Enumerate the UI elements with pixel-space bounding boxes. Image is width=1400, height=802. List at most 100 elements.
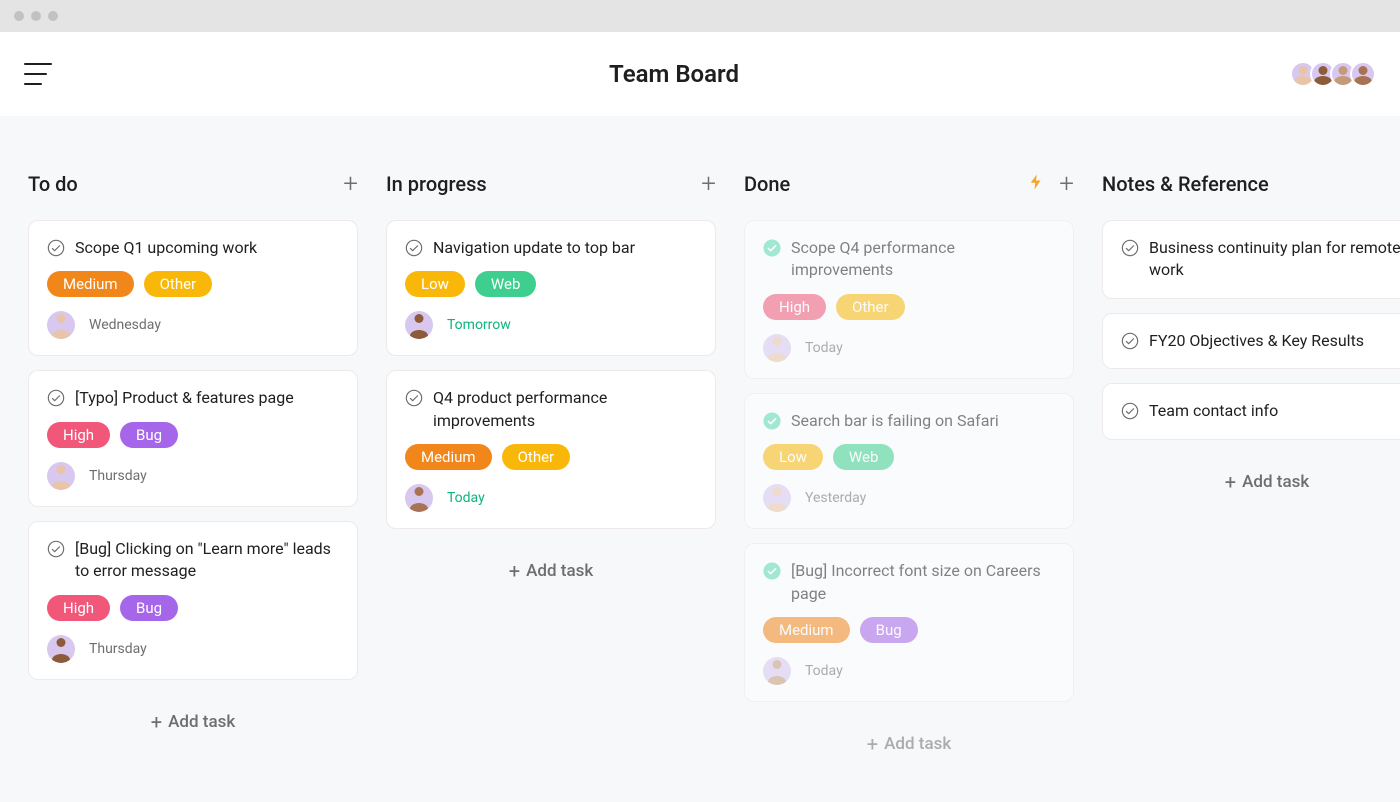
add-task-button[interactable]: + Add task <box>386 543 716 599</box>
task-title: [Bug] Incorrect font size on Careers pag… <box>791 560 1055 605</box>
column-title: Notes & Reference <box>1102 172 1400 196</box>
due-date: Today <box>805 340 843 356</box>
tag-row: Low Web <box>405 271 697 297</box>
column-header: Notes & Reference+ <box>1102 172 1400 196</box>
assignee-avatar[interactable] <box>47 311 75 339</box>
tag[interactable]: Bug <box>120 422 178 448</box>
tag[interactable]: Other <box>836 294 905 320</box>
task-meta: Tomorrow <box>405 311 697 339</box>
add-task-label: Add task <box>168 712 235 732</box>
due-date: Thursday <box>89 468 147 484</box>
complete-check-icon[interactable] <box>405 239 423 257</box>
add-task-button[interactable]: +Add task <box>28 694 358 750</box>
tag[interactable]: Other <box>502 444 571 470</box>
due-date: Today <box>447 490 485 506</box>
column-header: To do + <box>28 172 358 196</box>
column-title: In progress <box>386 172 687 196</box>
menu-icon[interactable] <box>24 63 52 85</box>
task-card[interactable]: Navigation update to top bar Low Web Tomorr… <box>386 220 716 356</box>
tag[interactable]: Medium <box>47 271 134 297</box>
add-task-label: Add task <box>884 734 951 754</box>
task-card[interactable]: Scope Q1 upcoming work Medium Other Wednesd… <box>28 220 358 356</box>
window-dot <box>31 11 41 21</box>
automation-bolt-icon[interactable] <box>1027 173 1045 195</box>
task-meta: Today <box>763 334 1055 362</box>
column-title: To do <box>28 172 329 196</box>
tag-row: High Other <box>763 294 1055 320</box>
tag[interactable]: Web <box>475 271 536 297</box>
complete-check-icon[interactable] <box>47 239 65 257</box>
due-date: Thursday <box>89 641 147 657</box>
task-card[interactable]: [Bug] Clicking on "Learn more" leads to … <box>28 521 358 680</box>
task-title: Team contact info <box>1149 400 1278 422</box>
complete-check-icon[interactable] <box>763 412 781 430</box>
add-task-label: Add task <box>526 561 593 581</box>
add-card-icon[interactable]: + <box>343 171 358 197</box>
board-title: Team Board <box>52 60 1296 88</box>
task-card[interactable]: Scope Q4 performance improvements High Oth… <box>744 220 1074 379</box>
add-card-icon[interactable]: + <box>701 171 716 197</box>
complete-check-icon[interactable] <box>47 389 65 407</box>
add-task-button[interactable]: +Add task <box>744 716 1074 772</box>
assignee-avatar[interactable] <box>763 334 791 362</box>
window-dot <box>48 11 58 21</box>
task-card[interactable]: [Typo] Product & features page High Bug Thu… <box>28 370 358 506</box>
task-title: Search bar is failing on Safari <box>791 410 999 432</box>
tag[interactable]: Web <box>833 444 894 470</box>
task-card[interactable]: Q4 product performance improvements Mediu… <box>386 370 716 529</box>
tag[interactable]: Medium <box>763 617 850 643</box>
assignee-avatar[interactable] <box>763 484 791 512</box>
task-card[interactable]: Team contact info <box>1102 383 1400 439</box>
assignee-avatar[interactable] <box>47 462 75 490</box>
board-column: Notes & Reference+ Business continuity pl… <box>1102 172 1400 510</box>
tag-row: High Bug <box>47 595 339 621</box>
tag[interactable]: High <box>47 422 110 448</box>
task-title: FY20 Objectives & Key Results <box>1149 330 1364 352</box>
task-meta: Today <box>405 484 697 512</box>
tag[interactable]: Low <box>405 271 465 297</box>
task-title: [Bug] Clicking on "Learn more" leads to … <box>75 538 339 583</box>
complete-check-icon[interactable] <box>763 562 781 580</box>
task-title: Scope Q1 upcoming work <box>75 237 257 259</box>
assignee-avatar[interactable] <box>763 657 791 685</box>
add-card-icon[interactable]: + <box>1059 171 1074 197</box>
due-date: Wednesday <box>89 317 161 333</box>
column-title: Done <box>744 172 1027 196</box>
browser-chrome <box>0 0 1400 32</box>
task-card[interactable]: Search bar is failing on SafariLowWebYes… <box>744 393 1074 529</box>
complete-check-icon[interactable] <box>763 239 781 257</box>
task-title: Scope Q4 performance improvements <box>791 237 1055 282</box>
task-title: Q4 product performance improvements <box>433 387 697 432</box>
assignee-avatar[interactable] <box>405 311 433 339</box>
tag[interactable]: High <box>47 595 110 621</box>
due-date: Tomorrow <box>447 317 511 333</box>
plus-icon: + <box>509 559 520 583</box>
complete-check-icon[interactable] <box>1121 239 1139 257</box>
complete-check-icon[interactable] <box>405 389 423 407</box>
tag-row: Medium Other <box>47 271 339 297</box>
add-task-button[interactable]: +Add task <box>1102 454 1400 510</box>
task-title: Navigation update to top bar <box>433 237 635 259</box>
assignee-avatar[interactable] <box>405 484 433 512</box>
avatar[interactable] <box>1350 61 1376 87</box>
task-card[interactable]: [Bug] Incorrect font size on Careers pag… <box>744 543 1074 702</box>
tag[interactable]: Other <box>144 271 213 297</box>
tag-row: High Bug <box>47 422 339 448</box>
due-date: Today <box>805 663 843 679</box>
add-task-label: Add task <box>1242 472 1309 492</box>
tag-row: Low Web <box>763 444 1055 470</box>
task-card[interactable]: Business continuity plan for remote work <box>1102 220 1400 299</box>
task-meta: Thursday <box>47 462 339 490</box>
complete-check-icon[interactable] <box>47 540 65 558</box>
tag[interactable]: Bug <box>860 617 918 643</box>
task-card[interactable]: FY20 Objectives & Key Results <box>1102 313 1400 369</box>
tag[interactable]: Medium <box>405 444 492 470</box>
complete-check-icon[interactable] <box>1121 332 1139 350</box>
task-title: [Typo] Product & features page <box>75 387 294 409</box>
tag[interactable]: Bug <box>120 595 178 621</box>
tag[interactable]: Low <box>763 444 823 470</box>
tag[interactable]: High <box>763 294 826 320</box>
complete-check-icon[interactable] <box>1121 402 1139 420</box>
team-avatars[interactable] <box>1296 61 1376 87</box>
assignee-avatar[interactable] <box>47 635 75 663</box>
